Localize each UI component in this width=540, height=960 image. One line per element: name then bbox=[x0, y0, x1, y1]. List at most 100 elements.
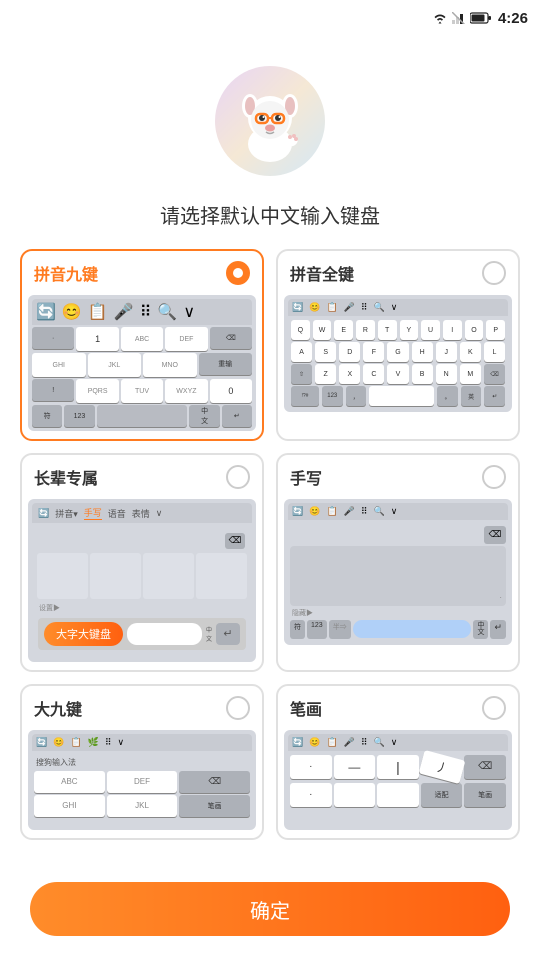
fkey-comma: ， bbox=[346, 386, 367, 406]
fkey-a: A bbox=[291, 342, 312, 362]
key-space bbox=[97, 405, 188, 427]
key-def: DEF bbox=[165, 327, 207, 351]
card-title-stroke: 笔画 bbox=[290, 696, 322, 720]
fkey-o: O bbox=[465, 320, 484, 340]
status-icons bbox=[432, 12, 492, 24]
card-header-handwrite: 手写 bbox=[278, 455, 518, 495]
big-nine-preview: 🔄 😊 📋 🌿 ⠿ ∨ 搜狗输入法 ABC DEF ⌫ bbox=[28, 730, 256, 830]
fkey-p: P bbox=[486, 320, 505, 340]
hw-tb-7: ∨ bbox=[391, 506, 398, 517]
toolbar-icon-6: 🔍 bbox=[157, 302, 177, 322]
card-title-nine-key: 拼音九键 bbox=[34, 261, 98, 285]
radio-stroke[interactable] bbox=[482, 696, 506, 720]
card-title-elder: 长辈专属 bbox=[34, 465, 98, 489]
radio-nine-key[interactable] bbox=[226, 261, 250, 285]
fkey-del: ⌫ bbox=[484, 364, 505, 384]
toolbar-icon-4: 🎤 bbox=[114, 302, 134, 322]
radio-full-key[interactable] bbox=[482, 261, 506, 285]
status-bar: 4:26 bbox=[0, 0, 540, 36]
bn-key-def: DEF bbox=[107, 771, 178, 793]
hw-tb-3: 📋 bbox=[326, 506, 337, 517]
fkey-h: H bbox=[412, 342, 433, 362]
st-tb-7: ∨ bbox=[391, 737, 398, 748]
confirm-button[interactable]: 确定 bbox=[30, 882, 510, 936]
hw-toolbar: 🔄 😊 📋 🎤 ⠿ 🔍 ∨ bbox=[288, 503, 508, 520]
elder-toolbar: 🔄 拼音▾ 手写 语音 表情 ∨ bbox=[32, 503, 252, 523]
key-123: 123 bbox=[64, 405, 94, 427]
signal-icon bbox=[452, 12, 466, 24]
keyboard-card-nine-key[interactable]: 拼音九键 🔄 😊 📋 🎤 ⠿ 🔍 ∨ · 1 bbox=[20, 249, 264, 441]
big-nine-toolbar: 🔄 😊 📋 🌿 ⠿ ∨ bbox=[32, 734, 252, 751]
fkey-g: G bbox=[387, 342, 408, 362]
fkey-z: Z bbox=[315, 364, 336, 384]
tb-icon-4: 🎤 bbox=[344, 302, 355, 313]
stroke-key-stroke: 笔画 bbox=[464, 783, 506, 807]
key-del: ⌫ bbox=[210, 327, 252, 349]
bn-key-jkl: JKL bbox=[107, 795, 178, 817]
card-header-nine-key: 拼音九键 bbox=[22, 251, 262, 291]
avatar-circle bbox=[215, 66, 325, 176]
key-reset: 重输 bbox=[199, 353, 253, 375]
nine-key-preview: 🔄 😊 📋 🎤 ⠿ 🔍 ∨ · 1 ABC DEF ⌫ bbox=[28, 295, 256, 431]
full-key-preview: 🔄 😊 📋 🎤 ⠿ 🔍 ∨ Q W E R T Y bbox=[284, 295, 512, 412]
key-dot: · bbox=[32, 327, 74, 349]
radio-elder[interactable] bbox=[226, 465, 250, 489]
fkey-i: I bbox=[443, 320, 462, 340]
confirm-bar: 确定 bbox=[0, 870, 540, 960]
tb-icon-7: ∨ bbox=[391, 302, 398, 313]
stroke-key-del: ⌫ bbox=[464, 755, 506, 779]
stroke-key-empty1 bbox=[334, 783, 376, 807]
keyboard-card-stroke[interactable]: 笔画 🔄 😊 📋 🎤 ⠿ 🔍 ∨ · — bbox=[276, 684, 520, 840]
keyboard-card-handwrite[interactable]: 手写 🔄 😊 📋 🎤 ⠿ 🔍 ∨ ⌫ bbox=[276, 453, 520, 672]
elder-cn-sub: 文 bbox=[206, 634, 212, 643]
keyboard-card-elder[interactable]: 长辈专属 🔄 拼音▾ 手写 语音 表情 ∨ ⌫ bbox=[20, 453, 264, 672]
big-nine-key-rows: ABC DEF ⌫ GHI JKL 笔画 bbox=[34, 771, 250, 817]
bn-tb-4: 🌿 bbox=[88, 737, 99, 748]
card-header-stroke: 笔画 bbox=[278, 686, 518, 726]
card-title-big-nine: 大九键 bbox=[34, 696, 82, 720]
hw-tb-5: ⠿ bbox=[361, 506, 368, 517]
radio-handwrite[interactable] bbox=[482, 465, 506, 489]
stroke-key-pie: 丿 bbox=[418, 750, 464, 784]
keyboard-card-full-key[interactable]: 拼音全键 🔄 😊 📋 🎤 ⠿ 🔍 ∨ Q W bbox=[276, 249, 520, 441]
fkey-s: S bbox=[315, 342, 336, 362]
full-key-rows: Q W E R T Y U I O P A S D bbox=[288, 318, 508, 408]
elder-big-keyboard-btn: 大字大键盘 bbox=[44, 622, 123, 646]
fkey-123: 123 bbox=[322, 386, 343, 406]
stroke-key-dot: · bbox=[290, 755, 332, 779]
full-key-toolbar: 🔄 😊 📋 🎤 ⠿ 🔍 ∨ bbox=[288, 299, 508, 316]
fkey-b: B bbox=[412, 364, 433, 384]
key-jkl: JKL bbox=[88, 353, 142, 377]
st-tb-1: 🔄 bbox=[292, 737, 303, 748]
st-tb-6: 🔍 bbox=[373, 737, 384, 748]
card-title-handwrite: 手写 bbox=[290, 465, 322, 489]
bn-key-ghi: GHI bbox=[34, 795, 105, 817]
nine-key-rows: · 1 ABC DEF ⌫ GHI JKL MNO 重输 ! PQRS bbox=[32, 327, 252, 427]
elder-key-area: ⌫ 设置▶ bbox=[32, 525, 252, 618]
fkey-en: 英 bbox=[461, 386, 482, 406]
stroke-key-rows: · — | 丿 ⌫ · 适配 笔画 bbox=[290, 755, 506, 807]
fkey-space bbox=[369, 386, 434, 406]
bn-tb-2: 😊 bbox=[53, 737, 64, 748]
stroke-key-shu: | bbox=[377, 755, 419, 779]
page-title: 请选择默认中文输入键盘 bbox=[160, 200, 380, 229]
fkey-v: V bbox=[387, 364, 408, 384]
bn-key-abc: ABC bbox=[34, 771, 105, 793]
elder-preview: 🔄 拼音▾ 手写 语音 表情 ∨ ⌫ bbox=[28, 499, 256, 662]
tb-icon-3: 📋 bbox=[326, 302, 337, 313]
keyboard-card-big-nine[interactable]: 大九键 🔄 😊 📋 🌿 ⠿ ∨ 搜狗输入法 ABC bbox=[20, 684, 264, 840]
stroke-key-heng: — bbox=[334, 755, 376, 779]
elder-tab-more: ∨ bbox=[156, 508, 163, 519]
radio-big-nine[interactable] bbox=[226, 696, 250, 720]
key-mno: MNO bbox=[143, 353, 197, 377]
fkey-y: Y bbox=[400, 320, 419, 340]
nine-key-toolbar: 🔄 😊 📋 🎤 ⠿ 🔍 ∨ bbox=[32, 299, 252, 325]
elder-bottom-bar: 大字大键盘 中 文 ↵ bbox=[38, 618, 246, 650]
stroke-key-dot2: · bbox=[290, 783, 332, 807]
elder-tab-emoji: 表情 bbox=[132, 507, 150, 520]
battery-icon bbox=[470, 12, 492, 24]
card-header-full-key: 拼音全键 bbox=[278, 251, 518, 291]
fkey-w: W bbox=[313, 320, 332, 340]
toolbar-icon-3: 📋 bbox=[88, 302, 108, 322]
tb-icon-5: ⠿ bbox=[361, 302, 368, 313]
